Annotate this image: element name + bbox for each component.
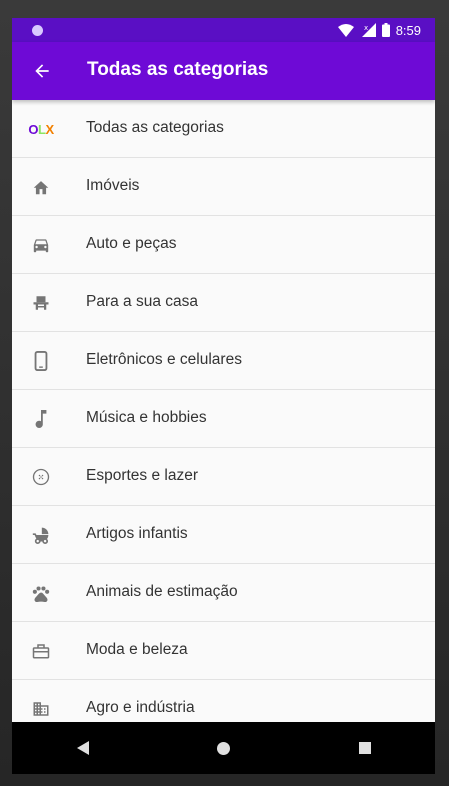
battery-icon: [381, 23, 390, 37]
category-item-imoveis[interactable]: Imóveis: [12, 158, 435, 216]
smartphone-icon: [28, 349, 54, 373]
category-label: Imóveis: [86, 177, 140, 194]
category-item-infantis[interactable]: Artigos infantis: [12, 506, 435, 564]
status-time: 8:59: [395, 22, 421, 38]
category-label: Esportes e lazer: [86, 467, 198, 484]
back-button[interactable]: [26, 55, 58, 87]
category-label: Animais de estimação: [86, 583, 238, 600]
category-item-musica[interactable]: Música e hobbies: [12, 390, 435, 448]
chair-icon: [28, 291, 54, 315]
nav-back-button[interactable]: [53, 722, 113, 774]
page-title: Todas as categorias: [87, 59, 269, 80]
ball-icon: [28, 465, 54, 489]
bag-icon: [28, 639, 54, 663]
signal-icon: x: [361, 23, 376, 37]
category-label: Moda e beleza: [86, 641, 188, 658]
svg-text:x: x: [364, 24, 368, 32]
status-bar: x 8:59: [12, 18, 435, 42]
nav-home-button[interactable]: [194, 722, 254, 774]
category-item-casa[interactable]: Para a sua casa: [12, 274, 435, 332]
nav-home-icon: [217, 741, 230, 755]
nav-recents-icon: [358, 742, 371, 754]
home-icon: [28, 175, 54, 199]
app-bar: Todas as categorias: [12, 42, 435, 100]
notification-dot-icon: [32, 25, 43, 36]
nav-recents-button[interactable]: [335, 722, 395, 774]
phone-screen: x 8:59 Todas as categorias OLX Todas as …: [12, 18, 435, 774]
category-item-agro[interactable]: Agro e indústria: [12, 680, 435, 722]
music-note-icon: [28, 407, 54, 431]
category-item-esportes[interactable]: Esportes e lazer: [12, 448, 435, 506]
category-label: Todas as categorias: [86, 119, 224, 136]
nav-back-icon: [76, 741, 89, 755]
car-icon: [28, 233, 54, 257]
category-item-eletronicos[interactable]: Eletrônicos e celulares: [12, 332, 435, 390]
wifi-icon: [337, 23, 354, 37]
paw-icon: [28, 581, 54, 605]
category-label: Artigos infantis: [86, 525, 188, 542]
status-icons: x 8:59: [337, 21, 421, 39]
olx-logo-icon: OLX: [28, 121, 54, 137]
category-list: OLX Todas as categorias Imóveis Auto e p…: [12, 100, 435, 722]
arrow-back-icon: [35, 64, 49, 78]
category-item-moda[interactable]: Moda e beleza: [12, 622, 435, 680]
building-icon: [28, 697, 54, 721]
system-nav-bar: [12, 722, 435, 774]
stroller-icon: [28, 523, 54, 547]
category-label: Agro e indústria: [86, 699, 195, 716]
category-item-auto[interactable]: Auto e peças: [12, 216, 435, 274]
category-label: Música e hobbies: [86, 409, 207, 426]
category-label: Auto e peças: [86, 235, 177, 252]
category-item-animais[interactable]: Animais de estimação: [12, 564, 435, 622]
category-item-todas[interactable]: OLX Todas as categorias: [12, 100, 435, 158]
category-label: Eletrônicos e celulares: [86, 351, 242, 368]
category-label: Para a sua casa: [86, 293, 199, 310]
